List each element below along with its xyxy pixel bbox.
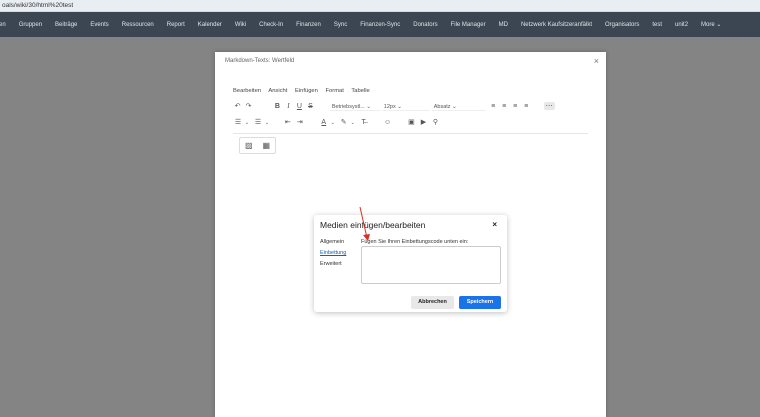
- close-icon[interactable]: ×: [594, 56, 599, 66]
- tab-allgemein[interactable]: Allgemein: [320, 239, 344, 245]
- font-family-select[interactable]: Betriebsystl... ⌄: [329, 104, 380, 111]
- emoji-icon[interactable]: ☺: [382, 119, 394, 126]
- editor-title: Markdown-Texts: Wertfeld: [225, 58, 295, 64]
- chevron-down-icon[interactable]: ⌄: [244, 120, 250, 126]
- chevron-down-icon[interactable]: ⌄: [350, 120, 356, 126]
- highlight-icon[interactable]: ✎: [338, 118, 350, 126]
- nav-item-finanzen-sync[interactable]: Finanzen-Sync: [360, 22, 400, 28]
- nav-item-unit2[interactable]: unit2: [675, 22, 688, 28]
- align-left-icon[interactable]: ≡: [488, 103, 499, 110]
- nav-item-gruppen[interactable]: Gruppen: [19, 22, 42, 28]
- numbered-list-icon[interactable]: ☰: [252, 118, 264, 126]
- nav-item-finanzen[interactable]: Finanzen: [296, 22, 321, 28]
- outdent-icon[interactable]: ⇤: [282, 118, 294, 126]
- close-icon[interactable]: ×: [492, 220, 497, 229]
- nav-item-beitraege[interactable]: Beiträge: [55, 22, 77, 28]
- nav-item-events[interactable]: Events: [90, 22, 108, 28]
- embed-code-textarea[interactable]: [361, 246, 501, 284]
- media-dialog: Medien einfügen/bearbeiten × Allgemein E…: [314, 215, 507, 312]
- nav-item-donators[interactable]: Donators: [413, 22, 437, 28]
- nav-item[interactable]: en: [0, 22, 6, 28]
- editor-menubar: Bearbeiten Ansicht Einfügen Format Tabel…: [233, 88, 376, 94]
- chevron-down-icon[interactable]: ⌄: [330, 120, 336, 126]
- image-icon[interactable]: ▨: [245, 141, 253, 150]
- bold-icon[interactable]: B: [272, 103, 283, 110]
- insert-toolbar: ▨ ▦: [239, 137, 276, 154]
- menu-format[interactable]: Format: [326, 88, 344, 94]
- nav-item-sync[interactable]: Sync: [334, 22, 347, 28]
- paragraph-value: Absatz: [433, 104, 451, 110]
- tab-einbettung[interactable]: Einbettung: [320, 250, 346, 256]
- undo-icon[interactable]: ↶: [232, 102, 243, 110]
- menu-einfuegen[interactable]: Einfügen: [295, 88, 318, 94]
- bullet-list-icon[interactable]: ☰: [232, 118, 244, 126]
- nav-item-test[interactable]: test: [652, 22, 662, 28]
- nav-item-kalender[interactable]: Kalender: [198, 22, 222, 28]
- clear-format-icon[interactable]: T̶: [358, 119, 370, 126]
- nav-item-md[interactable]: MD: [499, 22, 508, 28]
- nav-item-more[interactable]: More ⌄: [701, 21, 721, 28]
- top-navigation: en Gruppen Beiträge Events Ressourcen Re…: [0, 12, 760, 37]
- nav-item-ressourcen[interactable]: Ressourcen: [122, 22, 154, 28]
- align-right-icon[interactable]: ≡: [510, 103, 521, 110]
- annotation-arrow: [359, 206, 370, 241]
- font-family-value: Betriebsystl...: [331, 104, 365, 110]
- indent-icon[interactable]: ⇥: [294, 118, 306, 126]
- nav-item-report[interactable]: Report: [167, 22, 185, 28]
- more-label: More: [701, 22, 715, 28]
- font-size-value: 12px: [383, 104, 396, 110]
- align-justify-icon[interactable]: ≡: [521, 103, 532, 110]
- link-icon[interactable]: ⚲: [429, 118, 441, 126]
- menu-bearbeiten[interactable]: Bearbeiten: [233, 88, 261, 94]
- save-button[interactable]: Speichern: [459, 296, 501, 309]
- editor-toolbar-row-1: ↶ ↷ BIUS Betriebsystl... ⌄ 12px ⌄ Absatz …: [232, 102, 555, 111]
- underline-icon[interactable]: U: [294, 103, 305, 110]
- font-size-select[interactable]: 12px ⌄: [381, 104, 430, 111]
- nav-item-checkin[interactable]: Check-In: [259, 22, 283, 28]
- nav-item-organisators[interactable]: Organisators: [605, 22, 639, 28]
- more-icon[interactable]: ⋯: [543, 102, 555, 110]
- media-icon[interactable]: ▶: [417, 118, 429, 126]
- nav-item-netzwerk[interactable]: Netzwerk Kaufsitzeranfälkt: [521, 22, 592, 28]
- paragraph-select[interactable]: Absatz ⌄: [431, 104, 486, 111]
- editor-toolbar-row-2: ☰ ⌄ ☰ ⌄ ⇤ ⇥ A ⌄ ✎ ⌄ T̶ ☺ ▣ ▶ ⚲: [232, 118, 441, 126]
- nav-item-wiki[interactable]: Wiki: [235, 22, 246, 28]
- image-icon[interactable]: ▣: [405, 118, 417, 126]
- embed-code-label: Fügen Sie Ihren Einbettungscode unten ei…: [361, 239, 469, 245]
- italic-icon[interactable]: I: [283, 102, 294, 110]
- url-bar[interactable]: oals/wiki/30/html%20test: [0, 0, 760, 12]
- tab-erweitert[interactable]: Erweitert: [320, 261, 342, 267]
- menu-ansicht[interactable]: Ansicht: [268, 88, 287, 94]
- table-icon[interactable]: ▦: [262, 141, 270, 150]
- align-center-icon[interactable]: ≡: [499, 103, 510, 110]
- redo-icon[interactable]: ↷: [243, 102, 254, 110]
- toolbar-divider: [233, 133, 588, 134]
- menu-tabelle[interactable]: Tabelle: [351, 88, 369, 94]
- chevron-down-icon[interactable]: ⌄: [264, 120, 270, 126]
- nav-item-file-manager[interactable]: File Manager: [451, 22, 486, 28]
- cancel-button[interactable]: Abbrechen: [411, 296, 454, 309]
- strikethrough-icon[interactable]: S: [305, 103, 316, 110]
- text-color-icon[interactable]: A: [318, 119, 330, 126]
